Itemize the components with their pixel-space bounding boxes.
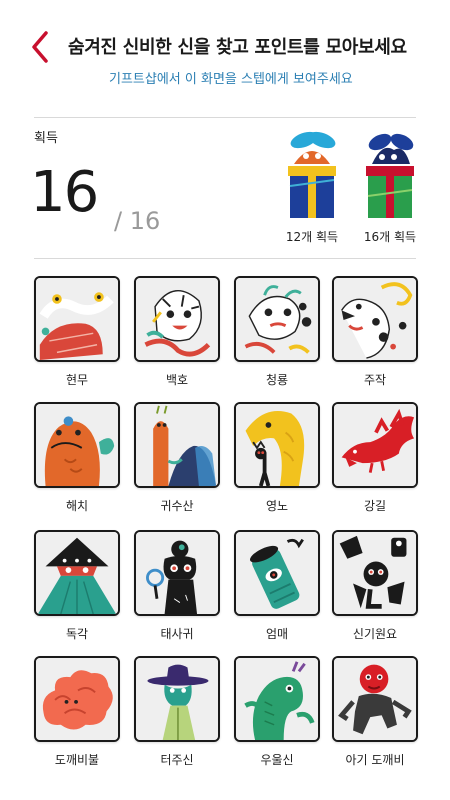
divider-bottom bbox=[34, 258, 416, 259]
creature-name: 독각 bbox=[65, 627, 89, 641]
creature-image[interactable] bbox=[234, 656, 320, 742]
creature-name: 신기원요 bbox=[352, 627, 398, 641]
creature-name: 우울신 bbox=[260, 753, 294, 767]
back-button[interactable] bbox=[28, 30, 54, 64]
yeongno-icon bbox=[236, 404, 318, 486]
creature-card[interactable]: 우울신 bbox=[234, 656, 320, 768]
creature-card[interactable]: 독각 bbox=[34, 530, 120, 642]
page-subtitle: 기프트샵에서 이 화면을 스텝에게 보여주세요 bbox=[109, 72, 353, 87]
creature-image[interactable] bbox=[332, 530, 418, 616]
creature-name: 태사귀 bbox=[160, 627, 194, 641]
creature-image[interactable] bbox=[134, 530, 220, 616]
creature-card[interactable]: 주작 bbox=[332, 276, 418, 388]
creature-image[interactable] bbox=[134, 402, 220, 488]
turtle-mountain-icon bbox=[136, 404, 218, 486]
creature-image[interactable] bbox=[134, 656, 220, 742]
blue-dragon-icon bbox=[236, 278, 318, 360]
dokgak-icon bbox=[36, 532, 118, 614]
creature-image[interactable] bbox=[332, 656, 418, 742]
turtle-snake-icon bbox=[36, 278, 118, 360]
divider-top bbox=[34, 117, 416, 118]
creature-card[interactable]: 도깨비불 bbox=[34, 656, 120, 768]
baby-dokkaebi-icon bbox=[334, 658, 416, 740]
creature-name: 청룡 bbox=[265, 373, 289, 387]
creature-image[interactable] bbox=[34, 530, 120, 616]
red-phoenix-icon bbox=[334, 278, 416, 360]
creature-name: 아기 도깨비 bbox=[345, 753, 405, 767]
gift-box-green-icon bbox=[366, 133, 414, 218]
creature-image[interactable] bbox=[34, 656, 120, 742]
creature-name: 엄매 bbox=[265, 627, 289, 641]
creature-image[interactable] bbox=[332, 402, 418, 488]
creature-name: 도깨비불 bbox=[54, 753, 100, 767]
creature-image[interactable] bbox=[234, 276, 320, 362]
creature-card[interactable]: 태사귀 bbox=[134, 530, 220, 642]
dokkaebibul-icon bbox=[36, 658, 118, 740]
reward-label: 16개 획득 bbox=[363, 230, 417, 244]
reward-12[interactable]: 12개 획득 bbox=[277, 130, 347, 250]
creature-name: 강길 bbox=[363, 499, 387, 513]
acquired-count: 16 bbox=[30, 160, 99, 225]
total-count: / 16 bbox=[114, 207, 161, 235]
creature-card[interactable]: 백호 bbox=[134, 276, 220, 388]
creature-card[interactable]: 영노 bbox=[234, 402, 320, 514]
creature-card[interactable]: 아기 도깨비 bbox=[332, 656, 418, 768]
chevron-left-icon bbox=[32, 31, 48, 63]
creature-name: 영노 bbox=[265, 499, 289, 513]
haetae-icon bbox=[36, 404, 118, 486]
creature-image[interactable] bbox=[332, 276, 418, 362]
creature-card[interactable]: 현무 bbox=[34, 276, 120, 388]
eommae-icon bbox=[236, 532, 318, 614]
reward-label: 12개 획득 bbox=[285, 230, 339, 244]
creature-card[interactable]: 엄매 bbox=[234, 530, 320, 642]
red-fox-spirit-icon bbox=[334, 404, 416, 486]
creature-card[interactable]: 귀수산 bbox=[134, 402, 220, 514]
gift-box-blue-icon bbox=[288, 131, 336, 218]
page-title: 숨겨진 신비한 신을 찾고 포인트를 모아보세요 bbox=[68, 37, 407, 58]
creature-image[interactable] bbox=[34, 402, 120, 488]
creature-image[interactable] bbox=[234, 402, 320, 488]
creature-card[interactable]: 터주신 bbox=[134, 656, 220, 768]
creature-name: 귀수산 bbox=[160, 499, 194, 513]
creature-card[interactable]: 신기원요 bbox=[332, 530, 418, 642]
creature-card[interactable]: 해치 bbox=[34, 402, 120, 514]
creature-name: 현무 bbox=[65, 373, 89, 387]
uulsin-icon bbox=[236, 658, 318, 740]
creature-name: 터주신 bbox=[160, 753, 194, 767]
header: 숨겨진 신비한 신을 찾고 포인트를 모아보세요 기프트샵에서 이 화면을 스텝… bbox=[0, 0, 450, 100]
creature-name: 주작 bbox=[363, 373, 387, 387]
creature-name: 해치 bbox=[65, 499, 89, 513]
acquired-label: 획득 bbox=[34, 131, 58, 146]
creature-image[interactable] bbox=[234, 530, 320, 616]
creature-card[interactable]: 강길 bbox=[332, 402, 418, 514]
taesagwi-icon bbox=[136, 532, 218, 614]
creature-name: 백호 bbox=[165, 373, 189, 387]
teojusin-icon bbox=[136, 658, 218, 740]
reward-16[interactable]: 16개 획득 bbox=[355, 130, 425, 250]
creature-image[interactable] bbox=[134, 276, 220, 362]
creature-card[interactable]: 청룡 bbox=[234, 276, 320, 388]
white-tiger-icon bbox=[136, 278, 218, 360]
creature-image[interactable] bbox=[34, 276, 120, 362]
singiwonyo-icon bbox=[334, 532, 416, 614]
